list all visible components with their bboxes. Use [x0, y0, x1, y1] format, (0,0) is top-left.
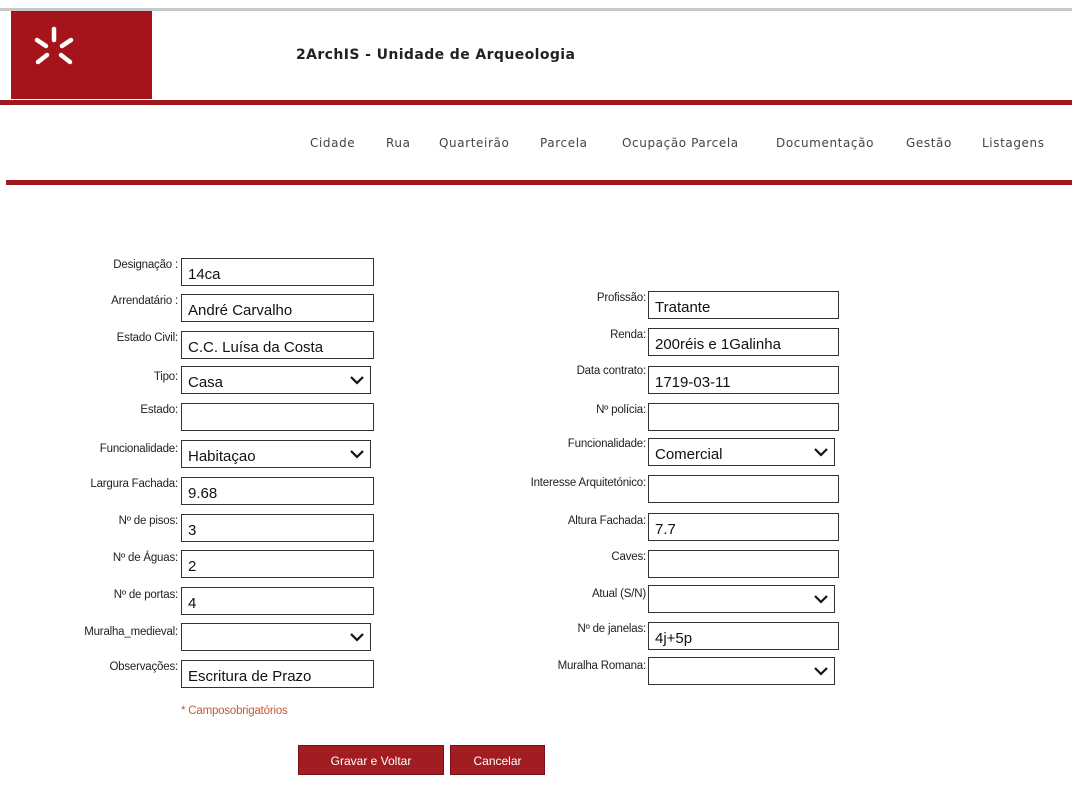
muralha-medieval-label: Muralha_medieval:: [84, 626, 178, 638]
muralha-romana-select[interactable]: [648, 657, 835, 685]
chevron-down-icon: [350, 450, 364, 459]
estado-civil-label: Estado Civil:: [116, 332, 179, 344]
altura-fachada-label: Altura Fachada:: [567, 515, 646, 527]
header-divider: [0, 100, 1072, 105]
nav-item-documentacao[interactable]: Documentação: [776, 136, 874, 150]
arrendatario-field[interactable]: André Carvalho: [181, 294, 374, 322]
n-portas-label: Nº de portas:: [113, 589, 178, 601]
university-logo: [11, 11, 152, 99]
nav-item-cidade[interactable]: Cidade: [310, 136, 355, 150]
n-policia-field[interactable]: [648, 403, 839, 431]
n-janelas-label: Nº de janelas:: [577, 623, 646, 635]
n-janelas-field[interactable]: 4j+5p: [648, 622, 839, 650]
university-star-logo-icon: [34, 26, 74, 65]
n-pisos-field[interactable]: 3: [181, 514, 374, 542]
nav-item-quarteirao[interactable]: Quarteirão: [439, 136, 509, 150]
tipo-select[interactable]: Casa: [181, 366, 371, 394]
muralha-medieval-select[interactable]: [181, 623, 371, 651]
funcionalidade-left-select-value: Habitaçao: [188, 448, 256, 465]
muralha-romana-label: Muralha Romana:: [557, 660, 647, 672]
chevron-down-icon: [350, 376, 364, 385]
largura-fachada-label: Largura Fachada:: [90, 478, 178, 490]
cancel-button[interactable]: Cancelar: [450, 745, 545, 775]
estado-label: Estado:: [140, 404, 178, 416]
renda-field[interactable]: 200réis e 1Galinha: [648, 328, 839, 356]
chevron-down-icon: [814, 448, 828, 457]
designacao-label: Designação :: [113, 259, 178, 271]
save-and-back-button[interactable]: Gravar e Voltar: [298, 745, 444, 775]
interesse-arquitetonico-field[interactable]: [648, 475, 839, 503]
funcionalidade-right-select[interactable]: Comercial: [648, 438, 835, 466]
nav-item-listagens[interactable]: Listagens: [982, 136, 1045, 150]
n-aguas-field[interactable]: 2: [181, 550, 374, 578]
data-contrato-field[interactable]: 1719-03-11: [648, 366, 839, 394]
top-rule: [0, 8, 1072, 11]
nav-item-rua[interactable]: Rua: [386, 136, 411, 150]
altura-fachada-field[interactable]: 7.7: [648, 513, 839, 541]
n-pisos-label: Nº de pisos:: [118, 515, 179, 527]
caves-label: Caves:: [611, 551, 646, 563]
arrendatario-label: Arrendatário :: [111, 295, 178, 307]
nav-item-gestao[interactable]: Gestão: [906, 136, 952, 150]
required-fields-note: * Camposobrigatórios: [181, 705, 288, 717]
nav-item-ocupacao-parcela[interactable]: Ocupação Parcela: [622, 136, 739, 150]
funcionalidade-left-select[interactable]: Habitaçao: [181, 440, 371, 468]
data-contrato-label: Data contrato:: [576, 365, 647, 377]
app-title: 2ArchIS - Unidade de Arqueologia: [296, 47, 576, 63]
chevron-down-icon: [350, 633, 364, 642]
chevron-down-icon: [814, 667, 828, 676]
funcionalidade-right-select-value: Comercial: [655, 446, 723, 463]
n-aguas-label: Nº de Águas:: [112, 552, 178, 564]
designacao-field[interactable]: 14ca: [181, 258, 374, 286]
n-portas-field[interactable]: 4: [181, 587, 374, 615]
funcionalidade-right-label: Funcionalidade:: [567, 438, 646, 450]
profissao-label: Profissão:: [596, 292, 646, 304]
renda-label: Renda:: [610, 329, 646, 341]
estado-civil-field[interactable]: C.C. Luísa da Costa: [181, 331, 374, 359]
interesse-arquitetonico-label: Interesse Arquitetónico:: [530, 477, 647, 489]
observacoes-field[interactable]: Escritura de Prazo: [181, 660, 374, 688]
profissao-field[interactable]: Tratante: [648, 291, 839, 319]
chevron-down-icon: [814, 595, 828, 604]
funcionalidade-left-label: Funcionalidade:: [99, 443, 178, 455]
caves-field[interactable]: [648, 550, 839, 578]
atual-select[interactable]: [648, 585, 835, 613]
n-policia-label: Nº polícia:: [596, 404, 646, 416]
main-nav: Cidade Rua Quarteirão Parcela Ocupação P…: [0, 136, 1072, 152]
largura-fachada-field[interactable]: 9.68: [181, 477, 374, 505]
atual-label: Atual (S/N): [591, 588, 646, 600]
tipo-select-value: Casa: [188, 374, 224, 391]
tipo-label: Tipo:: [153, 371, 178, 383]
estado-field[interactable]: [181, 403, 374, 431]
nav-divider: [6, 180, 1072, 185]
observacoes-label: Observações:: [109, 661, 178, 673]
nav-item-parcela[interactable]: Parcela: [540, 136, 588, 150]
